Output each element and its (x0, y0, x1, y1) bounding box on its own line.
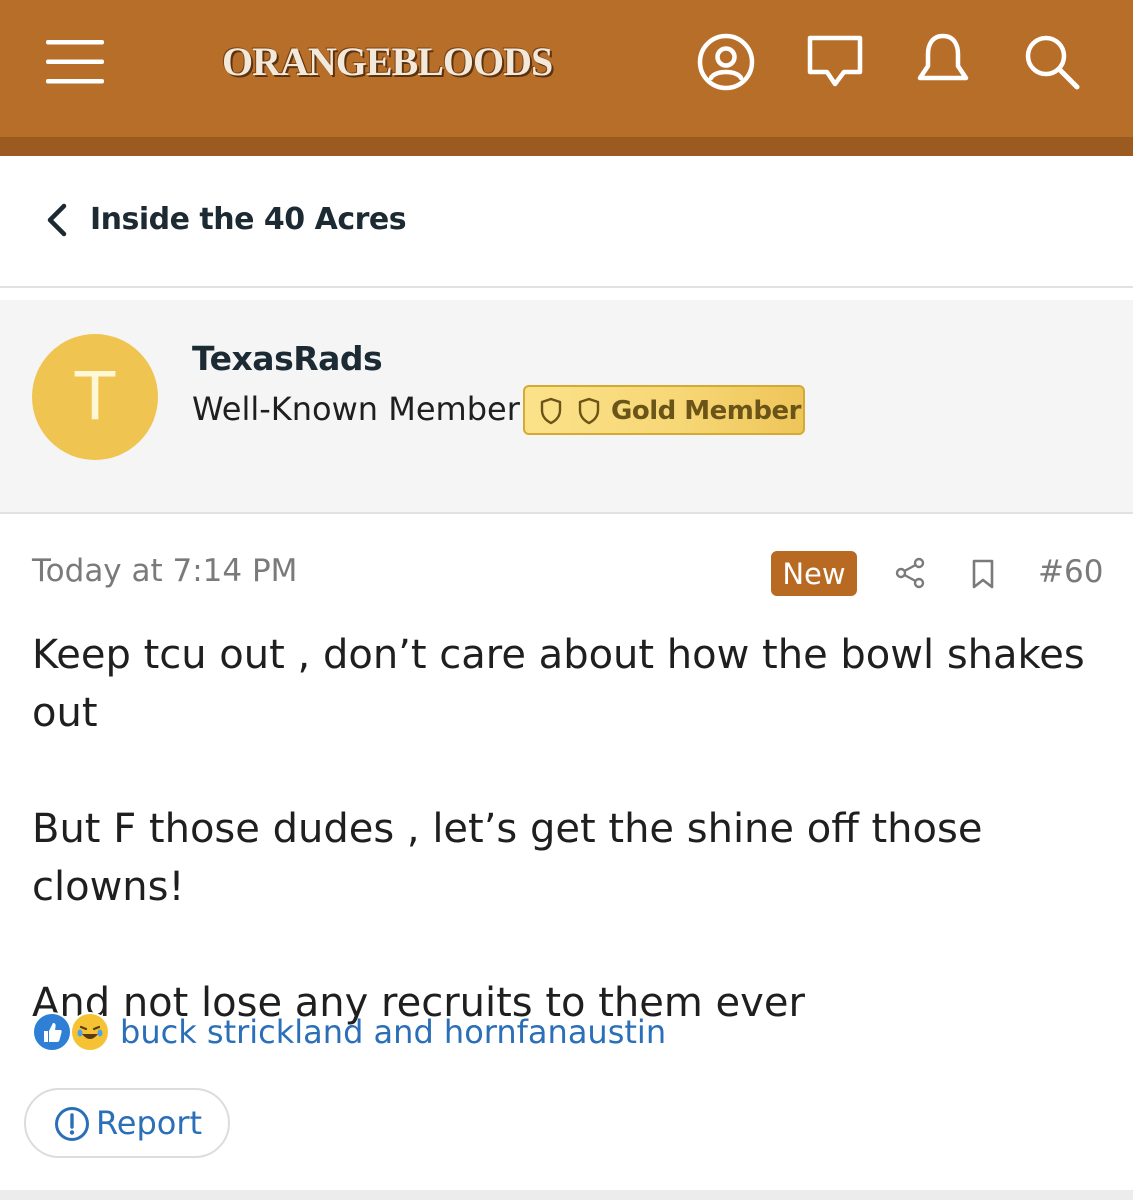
thumbs-up-icon (32, 1012, 72, 1052)
bell-icon[interactable] (914, 32, 972, 90)
breadcrumb-label[interactable]: Inside the 40 Acres (90, 200, 407, 240)
post-date[interactable]: Today at 7:14 PM (32, 550, 297, 592)
shield-icon (539, 397, 563, 429)
gold-member-label: Gold Member (611, 396, 801, 426)
bookmark-icon[interactable] (970, 558, 996, 590)
report-button[interactable]: Report (24, 1088, 230, 1158)
shield-icon (577, 397, 601, 429)
search-icon[interactable] (1022, 32, 1082, 92)
report-label[interactable]: Report (96, 1102, 202, 1144)
post-author-block: T TexasRads Well-Known Member Gold Membe… (0, 300, 1133, 514)
chevron-left-icon (44, 203, 70, 241)
share-icon[interactable] (894, 557, 926, 589)
post-paragraph: But F those dudes , let’s get the shine … (32, 806, 983, 910)
breadcrumb[interactable]: Inside the 40 Acres (0, 156, 1133, 288)
laughing-emoji-icon (70, 1012, 110, 1052)
chat-bubble-icon[interactable] (806, 34, 864, 92)
post-body: Keep tcu out , don’t care about how the … (32, 626, 1112, 1032)
post-number-link[interactable]: #60 (1038, 551, 1103, 593)
header-divider (0, 137, 1133, 156)
exclamation-circle-icon (54, 1106, 90, 1146)
user-circle-icon[interactable] (696, 32, 756, 92)
reaction-user-list[interactable]: buck strickland and hornfanaustin (120, 1008, 666, 1056)
user-title: Well-Known Member (192, 390, 520, 428)
avatar[interactable]: T (32, 334, 158, 460)
site-logo[interactable]: ORANGEBLOODS (222, 34, 553, 90)
gold-member-badge: Gold Member (523, 385, 805, 435)
reactions-bar[interactable]: buck strickland and hornfanaustin (32, 1008, 732, 1056)
username[interactable]: TexasRads (192, 338, 383, 380)
post-separator (0, 1190, 1133, 1200)
post-paragraph: Keep tcu out , don’t care about how the … (32, 632, 1085, 736)
site-header: ORANGEBLOODS (0, 0, 1133, 137)
hamburger-menu-icon[interactable] (46, 40, 104, 84)
new-badge: New (771, 551, 857, 596)
